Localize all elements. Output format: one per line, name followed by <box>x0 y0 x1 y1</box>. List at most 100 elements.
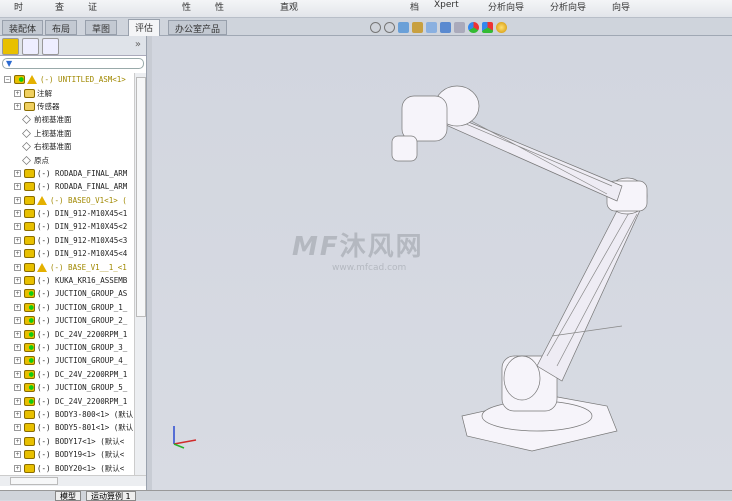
tree-item[interactable]: + (-) JUCTION_GROUP_5_ <box>0 381 134 394</box>
tree-item[interactable]: + (-) BODY19<1> (默认< <box>0 448 134 461</box>
expand-icon[interactable]: + <box>14 464 21 472</box>
ribbon-label[interactable]: 性 <box>182 0 191 13</box>
tree-item[interactable]: 右视基准面 <box>0 140 134 153</box>
graphics-area[interactable]: MF沐风网 www.mfcad.com <box>152 36 732 490</box>
display-style-icon[interactable] <box>440 21 451 33</box>
tree-item[interactable]: + (-) BASE_V1__1_<1 <box>0 260 134 273</box>
expand-icon[interactable]: + <box>14 451 21 459</box>
tree-item[interactable]: + (-) JUCTION_GROUP_AS <box>0 287 134 300</box>
robot-arm-model[interactable] <box>152 36 732 490</box>
ribbon-label[interactable]: 向导 <box>612 0 630 13</box>
tree-item[interactable]: + (-) JUCTION_GROUP_3_ <box>0 341 134 354</box>
tree-item[interactable]: + (-) DIN_912-M10X45<4 <box>0 247 134 260</box>
expand-icon[interactable]: − <box>4 76 11 84</box>
expand-icon[interactable]: + <box>14 384 21 392</box>
component-icon <box>14 75 25 85</box>
plane-icon <box>22 128 31 138</box>
previous-view-icon[interactable] <box>398 21 409 33</box>
shoulder-joint <box>503 355 541 401</box>
ribbon-label[interactable]: 性 <box>215 0 224 13</box>
tree-item[interactable]: + (-) DIN_912-M10X45<3 <box>0 234 134 247</box>
zoom-area-icon[interactable] <box>384 21 395 33</box>
tab-office-products[interactable]: 办公室产品 <box>168 20 228 35</box>
expand-icon[interactable]: + <box>14 102 21 110</box>
expand-icon[interactable]: + <box>14 263 21 271</box>
ribbon-label[interactable]: 证 <box>88 0 97 13</box>
expand-icon[interactable]: + <box>14 169 21 177</box>
render-icon[interactable] <box>496 21 507 33</box>
bottom-tabs: 模型 运动算例 1 <box>0 490 732 501</box>
section-view-icon[interactable] <box>412 21 423 33</box>
tree-item[interactable]: + (-) BASEO_V1<1> ( <box>0 194 134 207</box>
expand-icon[interactable]: + <box>14 330 21 338</box>
tree-item[interactable]: − (-) UNTITLED_ASM<1> <box>0 73 134 86</box>
tab-evaluate[interactable]: 评估 <box>128 19 161 36</box>
tree-item[interactable]: 上视基准面 <box>0 127 134 140</box>
tree-item[interactable]: + (-) JUCTION_GROUP_4_ <box>0 354 134 367</box>
configuration-manager-tab-icon[interactable] <box>42 38 59 55</box>
tree-item[interactable]: + (-) BODY20<1> (默认< <box>0 461 134 474</box>
component-icon <box>24 222 35 232</box>
expand-icon[interactable]: + <box>14 410 21 418</box>
tree-item[interactable]: 原点 <box>0 153 134 166</box>
ribbon-label[interactable]: 查 <box>55 0 64 13</box>
tree-item[interactable]: + (-) DC_24V_2200RPM_1 <box>0 394 134 407</box>
expand-icon[interactable]: + <box>14 303 21 311</box>
ribbon-label[interactable]: 直观 <box>280 0 298 13</box>
appearance-icon[interactable] <box>468 21 479 33</box>
tree-item[interactable]: + (-) KUKA_KR16_ASSEMB <box>0 274 134 287</box>
tree-item[interactable]: + (-) DC_24V_2200RPM_1 <box>0 327 134 340</box>
expand-icon[interactable]: + <box>14 210 21 218</box>
expand-icon[interactable]: + <box>14 89 21 97</box>
zoom-to-fit-icon[interactable] <box>370 21 381 33</box>
expand-icon[interactable]: + <box>14 196 21 204</box>
ribbon-label[interactable]: 分析向导 <box>550 0 586 13</box>
tree-item[interactable]: + (-) BODY5-801<1> (默认 <box>0 421 134 434</box>
tree-item[interactable]: + (-) JUCTION_GROUP_1_ <box>0 301 134 314</box>
expand-icon[interactable]: + <box>14 437 21 445</box>
expand-icon[interactable]: + <box>14 236 21 244</box>
tree-item[interactable]: + (-) DC_24V_2200RPM_1 <box>0 368 134 381</box>
feature-manager-tab-icon[interactable] <box>2 38 19 55</box>
expand-icon[interactable]: + <box>14 317 21 325</box>
expand-icon[interactable]: + <box>14 250 21 258</box>
tab-assembly[interactable]: 装配体 <box>2 20 44 35</box>
ribbon-label[interactable]: 时 <box>14 0 23 13</box>
expand-panel-button[interactable]: » <box>135 39 141 50</box>
tree-item[interactable]: + 注解 <box>0 86 134 99</box>
tree-item[interactable]: + (-) BODY17<1> (默认< <box>0 435 134 448</box>
ribbon-label[interactable]: 档 <box>410 0 419 13</box>
tab-sketch[interactable]: 草图 <box>85 20 118 35</box>
tree-item[interactable]: + (-) RODADA_FINAL_ARM <box>0 180 134 193</box>
tree-item[interactable]: + (-) DIN_912-M10X45<1 <box>0 207 134 220</box>
tree-horizontal-scrollbar[interactable] <box>0 475 146 486</box>
view-orientation-icon[interactable] <box>426 21 437 33</box>
hide-show-icon[interactable] <box>454 21 465 33</box>
tree-vertical-scrollbar[interactable] <box>134 73 146 475</box>
filter-input[interactable]: ▼ <box>2 58 144 69</box>
tree-item-label: (-) UNTITLED_ASM<1> <box>40 75 126 85</box>
expand-icon[interactable]: + <box>14 223 21 231</box>
tree-item[interactable]: 前视基准面 <box>0 113 134 126</box>
tree-item[interactable]: + (-) RODADA_FINAL_ARM <box>0 167 134 180</box>
wrist-housing <box>401 95 448 142</box>
expand-icon[interactable]: + <box>14 424 21 432</box>
expand-icon[interactable]: + <box>14 290 21 298</box>
expand-icon[interactable]: + <box>14 344 21 351</box>
ribbon-label[interactable]: Xpert <box>434 0 459 10</box>
tree-item[interactable]: + (-) JUCTION_GROUP_2_ <box>0 314 134 327</box>
expand-icon[interactable]: + <box>14 397 21 405</box>
expand-icon[interactable]: + <box>14 357 21 365</box>
tab-layout[interactable]: 布局 <box>45 20 78 35</box>
property-manager-tab-icon[interactable] <box>22 38 39 55</box>
scene-icon[interactable] <box>482 21 493 33</box>
warning-icon <box>27 75 37 85</box>
expand-icon[interactable]: + <box>14 370 21 378</box>
tree-item[interactable]: + 传感器 <box>0 100 134 113</box>
expand-icon[interactable]: + <box>14 183 21 191</box>
tree-item[interactable]: + (-) DIN_912-M10X45<2 <box>0 220 134 233</box>
tree-item[interactable]: + (-) BODY3-800<1> (默认 <box>0 408 134 421</box>
ribbon-label[interactable]: 分析向导 <box>488 0 524 13</box>
expand-icon[interactable]: + <box>14 277 21 285</box>
watermark: MF沐风网 www.mfcad.com <box>292 232 424 273</box>
